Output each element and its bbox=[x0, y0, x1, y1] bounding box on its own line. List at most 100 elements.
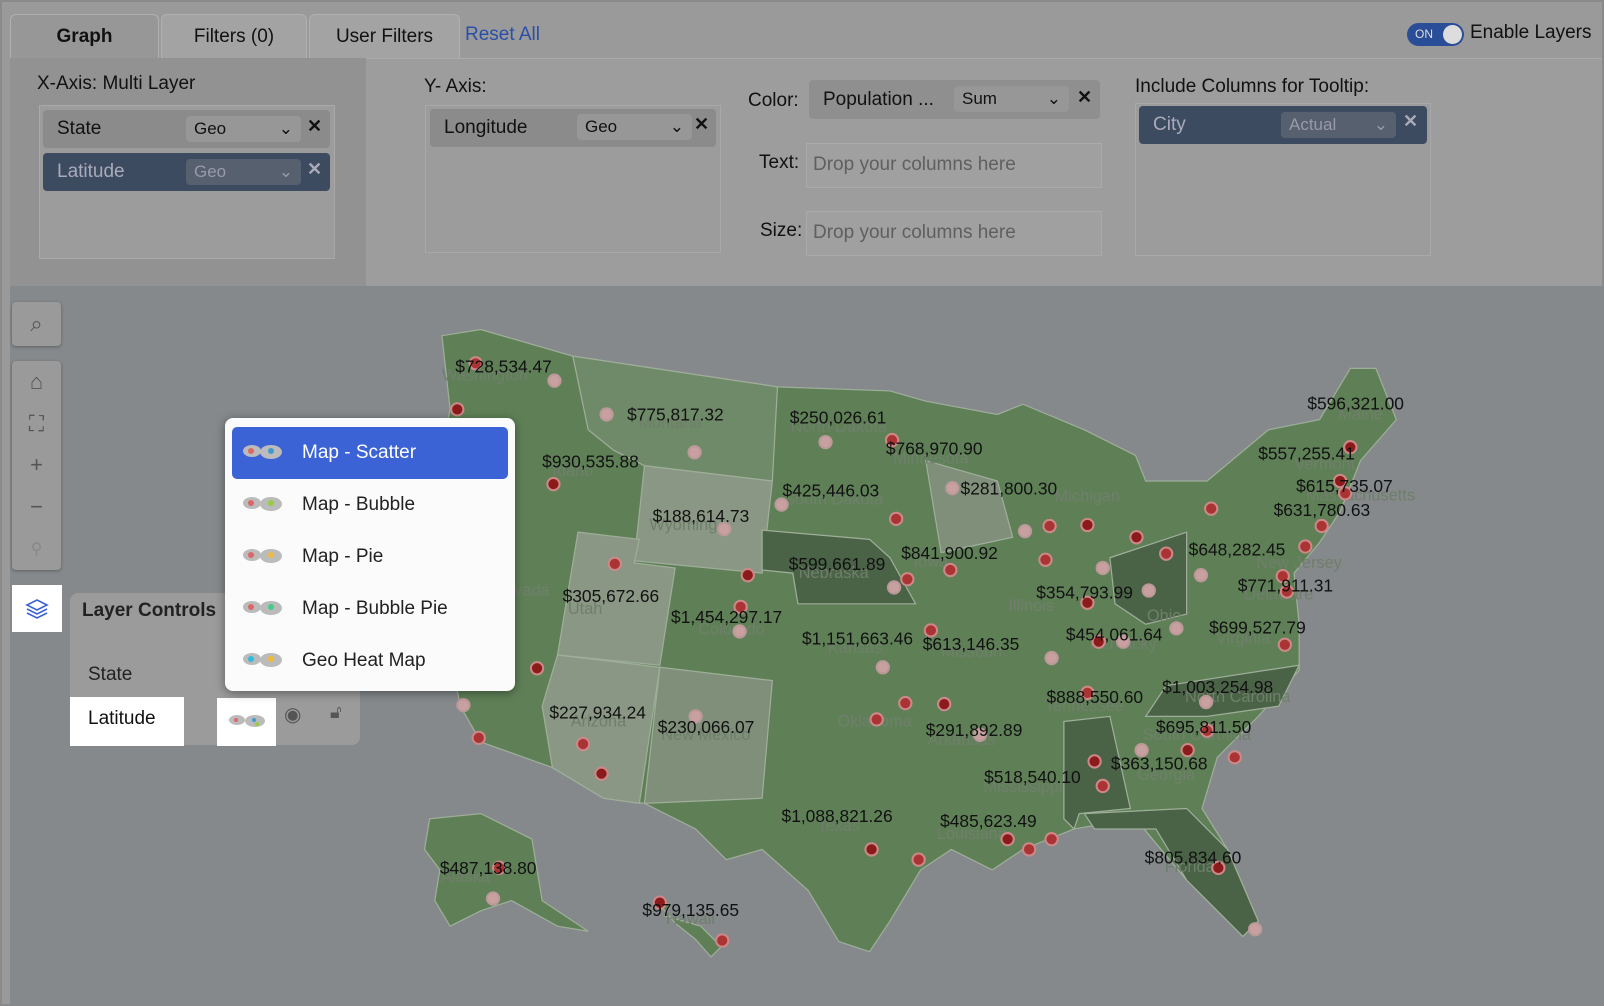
city-marker[interactable] bbox=[1129, 530, 1144, 545]
zoom-out-icon[interactable]: − bbox=[12, 486, 61, 528]
value-label: $613,146.35 bbox=[923, 634, 1020, 654]
city-marker[interactable] bbox=[1042, 518, 1057, 534]
city-marker[interactable] bbox=[945, 480, 960, 496]
city-marker[interactable] bbox=[864, 842, 879, 857]
city-marker[interactable] bbox=[599, 407, 614, 422]
city-marker[interactable] bbox=[869, 712, 884, 727]
value-label: $485,623.49 bbox=[940, 811, 1037, 831]
box-select-icon[interactable]: ⛶ bbox=[12, 403, 61, 445]
city-marker[interactable] bbox=[715, 933, 730, 948]
zoom-in-icon[interactable]: + bbox=[12, 445, 61, 487]
city-marker[interactable] bbox=[450, 402, 465, 417]
city-marker[interactable] bbox=[898, 695, 913, 711]
menu-item-label: Map - Pie bbox=[302, 546, 384, 567]
world-map-icon bbox=[243, 653, 282, 667]
visibility-eye-icon[interactable]: ◉ bbox=[284, 702, 301, 727]
value-label: $1,151,663.46 bbox=[802, 629, 913, 649]
layers-button[interactable] bbox=[12, 585, 62, 632]
city-marker[interactable] bbox=[818, 434, 833, 450]
value-label: $631,780.63 bbox=[1274, 500, 1371, 520]
city-marker[interactable] bbox=[943, 562, 958, 578]
layer-controls-title: Layer Controls bbox=[82, 600, 217, 621]
city-marker[interactable] bbox=[1000, 832, 1015, 847]
chart-type-menu: Map - Scatter Map - Bubble Map - Pie Map - … bbox=[225, 418, 515, 691]
city-marker[interactable] bbox=[485, 891, 501, 906]
state-name-label: Michigan bbox=[1055, 487, 1120, 505]
city-marker[interactable] bbox=[1141, 583, 1156, 598]
city-marker[interactable] bbox=[888, 511, 904, 527]
value-label: $518,540.10 bbox=[984, 767, 1081, 787]
city-marker[interactable] bbox=[1204, 501, 1219, 516]
menu-item-map-bubble[interactable]: Map - Bubble bbox=[232, 479, 508, 531]
city-marker[interactable] bbox=[1227, 750, 1242, 765]
city-marker[interactable] bbox=[471, 730, 486, 746]
city-marker[interactable] bbox=[1248, 922, 1263, 937]
value-label: $188,614.73 bbox=[653, 506, 750, 526]
city-marker[interactable] bbox=[1298, 539, 1313, 554]
value-label: $599,661.89 bbox=[789, 554, 886, 574]
value-label: $775,817.32 bbox=[627, 405, 724, 425]
world-map-icon bbox=[243, 549, 282, 563]
value-label: $768,970.90 bbox=[886, 438, 983, 458]
city-marker[interactable] bbox=[1095, 778, 1110, 794]
value-label: $557,255.41 bbox=[1258, 444, 1355, 464]
menu-item-label: Map - Bubble Pie bbox=[302, 598, 448, 619]
layer-item-state[interactable]: State bbox=[88, 664, 132, 686]
value-label: $888,550.60 bbox=[1046, 687, 1143, 707]
home-icon[interactable]: ⌂ bbox=[12, 361, 61, 403]
city-marker[interactable] bbox=[1017, 523, 1033, 539]
city-marker[interactable] bbox=[1080, 517, 1095, 533]
city-marker[interactable] bbox=[575, 736, 591, 752]
city-marker[interactable] bbox=[875, 660, 890, 675]
world-map-icon bbox=[243, 601, 282, 615]
layer-item-latitude[interactable]: Latitude bbox=[70, 697, 184, 746]
city-marker[interactable] bbox=[1314, 518, 1329, 534]
city-marker[interactable] bbox=[1169, 621, 1184, 636]
search-button[interactable]: ⌕ bbox=[12, 302, 61, 346]
city-marker[interactable] bbox=[1095, 560, 1110, 576]
value-label: $291,892.89 bbox=[926, 720, 1023, 740]
city-marker[interactable] bbox=[687, 445, 702, 460]
city-marker[interactable] bbox=[1193, 567, 1209, 583]
value-label: $930,535.88 bbox=[542, 452, 639, 472]
city-marker[interactable] bbox=[886, 580, 902, 595]
world-map-icon bbox=[243, 497, 282, 511]
menu-item-map-scatter[interactable]: Map - Scatter bbox=[232, 427, 508, 479]
layer-chart-type-button[interactable] bbox=[217, 698, 276, 746]
value-label: $305,672.66 bbox=[563, 586, 660, 606]
value-label: $695,811.50 bbox=[1156, 717, 1251, 737]
menu-item-map-pie[interactable]: Map - Pie bbox=[232, 531, 508, 583]
city-marker[interactable] bbox=[1021, 842, 1037, 857]
city-marker[interactable] bbox=[911, 852, 926, 867]
city-marker[interactable] bbox=[594, 766, 609, 781]
unlock-icon[interactable]: 🔓︎ bbox=[330, 702, 342, 723]
map-tools-group: ⌂ ⛶ + − ⚲ bbox=[12, 361, 61, 570]
city-marker[interactable] bbox=[1038, 552, 1053, 567]
world-map-icon bbox=[243, 445, 282, 459]
city-marker[interactable] bbox=[937, 696, 952, 712]
city-marker[interactable] bbox=[1044, 832, 1059, 847]
value-label: $250,026.61 bbox=[790, 408, 887, 428]
value-label: $771,911.31 bbox=[1238, 576, 1333, 596]
city-marker[interactable] bbox=[1087, 754, 1102, 769]
city-marker[interactable] bbox=[1044, 650, 1059, 666]
value-label: $728,534.47 bbox=[455, 357, 552, 377]
value-label: $979,135.65 bbox=[642, 900, 739, 920]
value-label: $805,834.60 bbox=[1145, 848, 1242, 868]
value-label: $487,138.80 bbox=[440, 858, 537, 878]
city-marker[interactable] bbox=[1159, 546, 1174, 561]
menu-item-map-bubble-pie[interactable]: Map - Bubble Pie bbox=[232, 583, 508, 635]
city-marker[interactable] bbox=[900, 572, 915, 587]
city-marker[interactable] bbox=[546, 476, 561, 492]
value-label: $596,321.00 bbox=[1307, 393, 1404, 413]
location-help-icon[interactable]: ⚲ bbox=[12, 528, 61, 570]
menu-item-geo-heat-map[interactable]: Geo Heat Map bbox=[232, 635, 508, 687]
city-marker[interactable] bbox=[1198, 694, 1214, 710]
city-marker[interactable] bbox=[1277, 637, 1292, 652]
city-marker[interactable] bbox=[529, 661, 545, 676]
city-marker[interactable] bbox=[607, 556, 622, 572]
city-marker[interactable] bbox=[740, 567, 755, 583]
value-label: $363,150.68 bbox=[1111, 754, 1208, 774]
value-label: $1,088,821.26 bbox=[782, 806, 893, 826]
city-marker[interactable] bbox=[456, 697, 471, 713]
